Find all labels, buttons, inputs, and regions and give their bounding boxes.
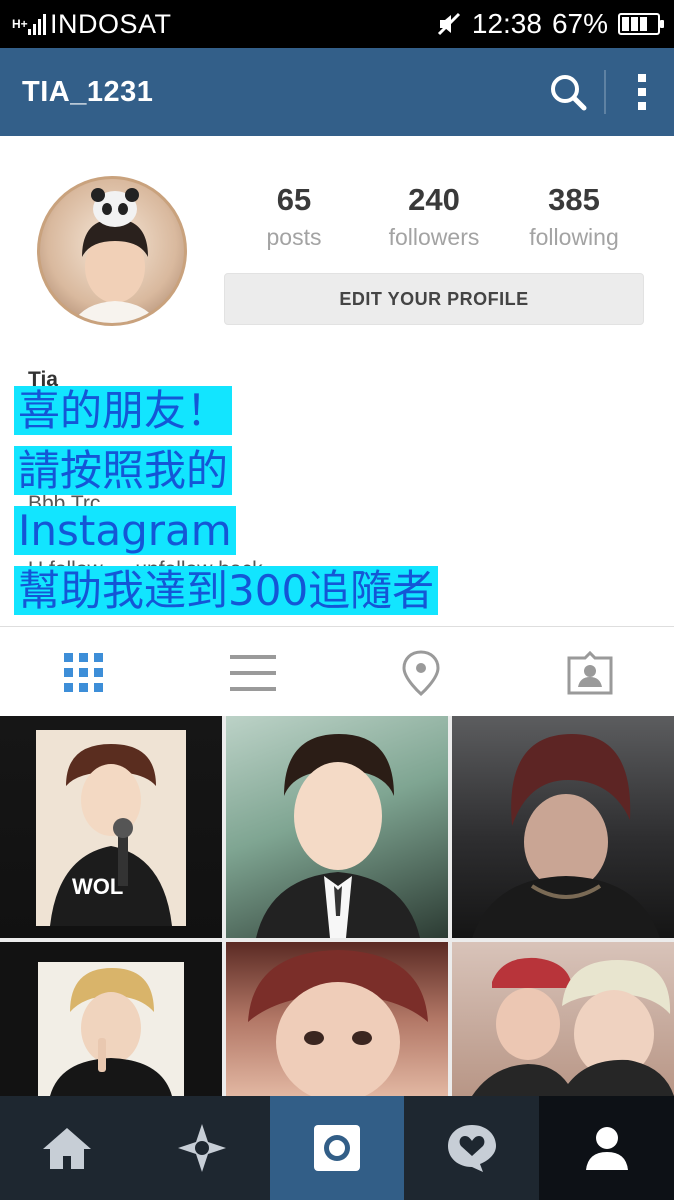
posts-label: posts (266, 224, 322, 250)
activity-heart-icon (447, 1125, 496, 1172)
photo-thumbnail[interactable] (452, 942, 674, 1096)
app-bar-actions (536, 48, 674, 136)
overlay-caption: 喜的朋友！ 請按照我的 Instagram 幫助我達到300追隨者 (14, 381, 574, 621)
signal-bars-icon (28, 13, 46, 35)
following-label: following (529, 224, 619, 250)
nav-explore[interactable] (135, 1096, 270, 1200)
overflow-menu-button[interactable] (610, 60, 674, 124)
following-stat[interactable]: 385 following (504, 180, 644, 254)
app-bar-divider (604, 70, 606, 114)
search-button[interactable] (536, 60, 600, 124)
battery-icon (618, 13, 664, 35)
overlay-text-2: 請按照我的 (14, 446, 233, 495)
photo-thumbnail[interactable] (452, 716, 674, 938)
camera-icon (313, 1125, 360, 1171)
svg-text:WOL: WOL (72, 874, 123, 899)
overlay-text-1: 喜的朋友！ (14, 386, 233, 435)
profile-tabs (0, 626, 674, 718)
network-type: H+ (12, 16, 28, 31)
overlay-text-3: Instagram (14, 506, 236, 555)
following-count: 385 (548, 182, 600, 217)
nav-camera[interactable] (269, 1096, 405, 1200)
avatar[interactable] (37, 176, 187, 326)
clock: 12:38 (471, 8, 542, 39)
nav-home[interactable] (0, 1096, 135, 1200)
overlay-line-2: 請按照我的 (14, 441, 574, 501)
home-icon (43, 1128, 92, 1169)
tab-photo-map[interactable] (337, 627, 506, 718)
tab-grid-view[interactable] (0, 627, 169, 718)
avatar-photo (72, 188, 158, 323)
followers-stat[interactable]: 240 followers (364, 180, 504, 254)
overflow-menu-icon (638, 74, 646, 110)
photo-thumbnail[interactable] (226, 942, 448, 1096)
followers-label: followers (388, 224, 480, 250)
profile-icon (585, 1127, 628, 1170)
search-icon (551, 75, 587, 111)
grid-icon (64, 652, 104, 692)
followers-count: 240 (408, 182, 460, 217)
photo-image (256, 734, 420, 938)
explore-icon (178, 1124, 227, 1172)
photo-image (248, 950, 428, 1096)
tagged-person-icon (567, 650, 613, 694)
photo-grid: WOL (0, 716, 674, 1096)
status-bar: H+ INDOSAT 12:38 67% (0, 0, 674, 48)
photo-image (472, 734, 660, 938)
overlay-line-1: 喜的朋友！ (14, 381, 574, 441)
overlay-line-3: Instagram (14, 501, 574, 561)
app-bar: TIA_1231 (0, 48, 674, 136)
nav-activity[interactable] (404, 1096, 539, 1200)
profile-stats: 65 posts 240 followers 385 following (224, 180, 644, 254)
nav-profile[interactable] (539, 1096, 674, 1200)
tab-list-view[interactable] (169, 627, 338, 718)
battery-percent: 67% (551, 8, 608, 39)
status-left: H+ INDOSAT (0, 9, 172, 40)
location-pin-icon (402, 649, 440, 696)
posts-count: 65 (276, 182, 312, 217)
mute-icon (437, 12, 460, 36)
photo-thumbnail[interactable] (226, 716, 448, 938)
photo-thumbnail[interactable]: WOL (0, 716, 222, 938)
photo-image (38, 962, 184, 1096)
carrier-name: INDOSAT (50, 8, 172, 39)
bottom-nav (0, 1096, 674, 1200)
photo-image: WOL (36, 730, 186, 926)
overlay-line-4: 幫助我達到300追隨者 (14, 561, 574, 621)
photo-thumbnail[interactable] (0, 942, 222, 1096)
tab-photos-of-you[interactable] (506, 627, 674, 718)
username-title: TIA_1231 (22, 75, 154, 108)
status-right: 12:38 67% (436, 8, 674, 40)
overlay-text-4: 幫助我達到300追隨者 (14, 566, 439, 615)
edit-profile-button[interactable]: EDIT YOUR PROFILE (224, 273, 644, 325)
photo-image (472, 957, 674, 1096)
list-icon (229, 654, 276, 691)
posts-stat[interactable]: 65 posts (224, 180, 364, 254)
